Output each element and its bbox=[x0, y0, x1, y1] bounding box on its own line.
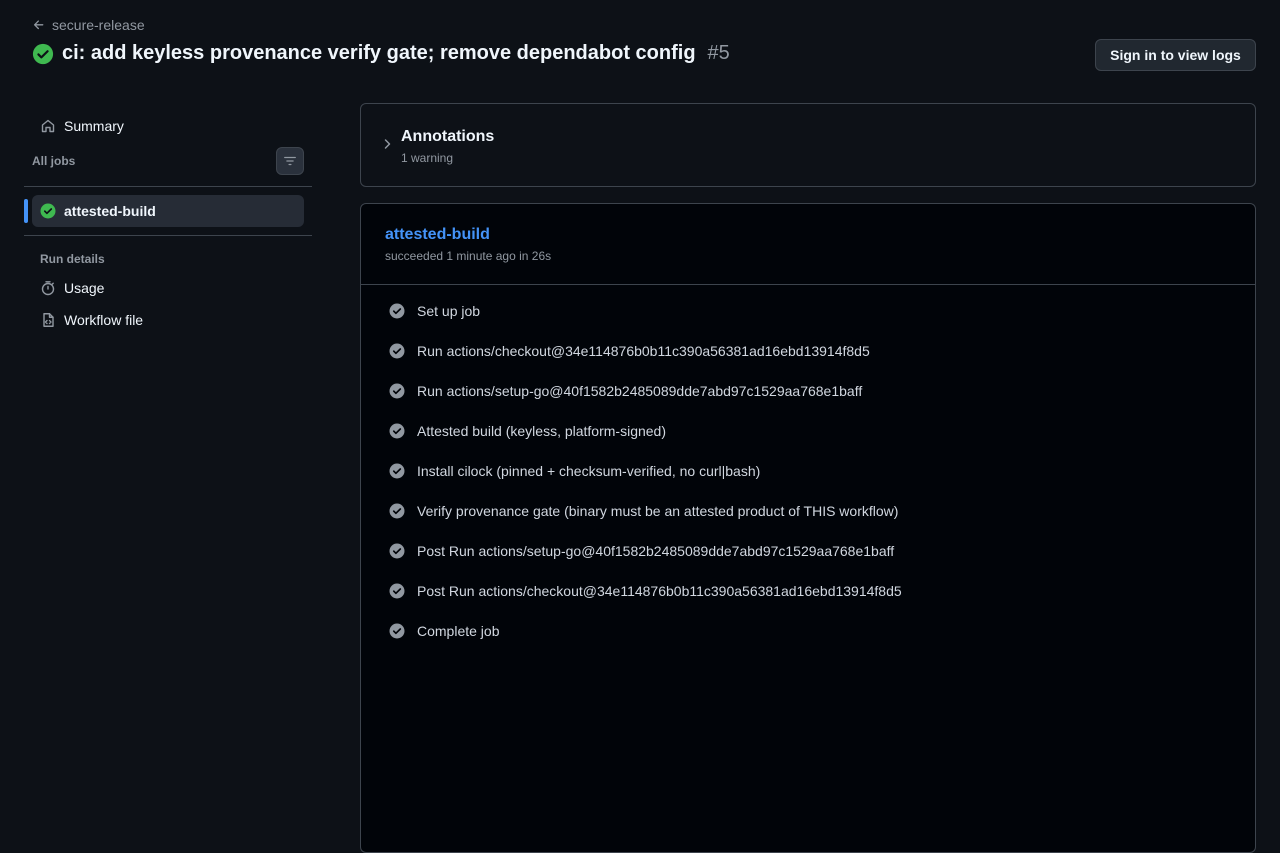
annotations-panel[interactable]: Annotations 1 warning bbox=[360, 103, 1256, 187]
check-circle-fill-icon bbox=[389, 383, 405, 399]
step-list: Set up job Run actions/checkout@34e11487… bbox=[361, 285, 1255, 651]
step-row[interactable]: Set up job bbox=[361, 291, 1255, 331]
filter-jobs-button[interactable] bbox=[276, 147, 304, 175]
step-row[interactable]: Run actions/checkout@34e114876b0b11c390a… bbox=[361, 331, 1255, 371]
job-meta: succeeded 1 minute ago in 26s bbox=[385, 249, 552, 263]
step-label: Complete job bbox=[417, 623, 500, 639]
check-circle-fill-icon bbox=[389, 583, 405, 599]
check-circle-fill-icon bbox=[40, 203, 56, 219]
sidebar-item-workflow-file[interactable]: Workflow file bbox=[24, 304, 312, 336]
job-list: attested-build bbox=[24, 187, 312, 235]
job-name-link[interactable]: attested-build bbox=[385, 226, 490, 244]
filter-icon bbox=[284, 156, 296, 166]
sidebar-item-label: Workflow file bbox=[64, 312, 144, 328]
step-row[interactable]: Post Run actions/checkout@34e114876b0b11… bbox=[361, 571, 1255, 611]
annotations-title: Annotations bbox=[401, 128, 495, 145]
job-header: attested-build succeeded 1 minute ago in… bbox=[361, 204, 1255, 285]
check-circle-fill-icon bbox=[389, 343, 405, 359]
check-circle-fill-icon bbox=[389, 463, 405, 479]
step-row[interactable]: Run actions/setup-go@40f1582b2485089dde7… bbox=[361, 371, 1255, 411]
step-label: Attested build (keyless, platform-signed… bbox=[417, 423, 666, 439]
step-label: Install cilock (pinned + checksum-verifi… bbox=[417, 463, 761, 479]
page-title: ci: add keyless provenance verify gate; … bbox=[62, 42, 696, 64]
sign-in-to-view-logs-button[interactable]: Sign in to view logs bbox=[1095, 39, 1256, 71]
sidebar-item-summary[interactable]: Summary bbox=[24, 110, 312, 142]
arrow-left-icon bbox=[33, 20, 44, 30]
run-details-label: Run details bbox=[40, 252, 105, 266]
back-link[interactable]: secure-release bbox=[32, 17, 145, 33]
check-circle-fill-icon bbox=[389, 503, 405, 519]
back-link-label: secure-release bbox=[52, 17, 145, 33]
file-code-icon bbox=[43, 313, 54, 327]
step-row[interactable]: Post Run actions/setup-go@40f1582b248508… bbox=[361, 531, 1255, 571]
step-label: Run actions/checkout@34e114876b0b11c390a… bbox=[417, 343, 870, 359]
step-label: Set up job bbox=[417, 303, 481, 319]
check-circle-fill-icon bbox=[389, 423, 405, 439]
sidebar-item-usage[interactable]: Usage bbox=[24, 272, 312, 304]
sidebar: Summary All jobs attested-build Run deta… bbox=[24, 110, 312, 336]
step-label: Run actions/setup-go@40f1582b2485089dde7… bbox=[417, 383, 863, 399]
stopwatch-icon bbox=[41, 281, 55, 296]
sidebar-item-attested-build[interactable]: attested-build bbox=[32, 195, 304, 227]
home-icon bbox=[41, 119, 55, 133]
run-number: #5 bbox=[707, 42, 730, 64]
check-circle-fill-icon bbox=[32, 43, 54, 64]
step-row[interactable]: Install cilock (pinned + checksum-verifi… bbox=[361, 451, 1255, 491]
check-circle-fill-icon bbox=[389, 303, 405, 319]
step-row[interactable]: Verify provenance gate (binary must be a… bbox=[361, 491, 1255, 531]
all-jobs-header: All jobs bbox=[24, 146, 312, 176]
job-panel: attested-build succeeded 1 minute ago in… bbox=[360, 203, 1256, 853]
step-label: Post Run actions/setup-go@40f1582b248508… bbox=[417, 543, 895, 559]
annotations-subtitle: 1 warning bbox=[401, 151, 454, 165]
step-row[interactable]: Attested build (keyless, platform-signed… bbox=[361, 411, 1255, 451]
step-row[interactable]: Complete job bbox=[361, 611, 1255, 651]
step-label: Post Run actions/checkout@34e114876b0b11… bbox=[417, 583, 902, 599]
title-row: ci: add keyless provenance verify gate; … bbox=[32, 42, 730, 65]
step-label: Verify provenance gate (binary must be a… bbox=[417, 503, 899, 519]
check-circle-fill-icon bbox=[389, 623, 405, 639]
all-jobs-label: All jobs bbox=[32, 154, 76, 168]
divider bbox=[24, 235, 312, 236]
run-header: secure-release ci: add keyless provenanc… bbox=[0, 0, 1280, 90]
check-circle-fill-icon bbox=[389, 543, 405, 559]
job-label: attested-build bbox=[64, 203, 156, 219]
sidebar-item-label: Summary bbox=[64, 118, 124, 134]
active-indicator bbox=[24, 199, 28, 223]
chevron-right-icon bbox=[384, 139, 391, 149]
sidebar-item-label: Usage bbox=[64, 280, 105, 296]
